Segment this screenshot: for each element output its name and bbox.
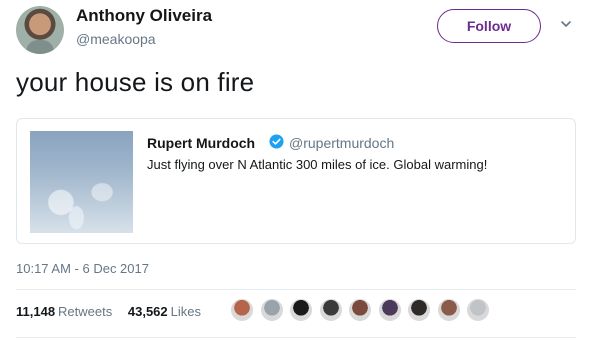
author-handle[interactable]: @meakoopa: [76, 31, 156, 47]
likes-count: 43,562: [127, 304, 168, 319]
quoted-tweet[interactable]: Rupert Murdoch @rupertmurdoch Just flyin…: [16, 118, 576, 244]
liker-avatar[interactable]: [289, 298, 313, 322]
follow-button[interactable]: Follow: [437, 9, 541, 43]
tweet-stats: 11,148 Retweets 43,562 Likes: [16, 304, 213, 319]
author-name[interactable]: Anthony Oliveira: [76, 6, 212, 26]
liker-avatar[interactable]: [318, 298, 343, 322]
quoted-tweet-image[interactable]: [30, 131, 133, 233]
author-avatar[interactable]: [16, 6, 64, 54]
liker-avatar[interactable]: [259, 298, 284, 322]
likes-stat[interactable]: 43,562 Likes: [128, 304, 201, 319]
verified-badge-icon: [269, 134, 284, 149]
liker-avatar[interactable]: [348, 298, 372, 322]
liker-avatar[interactable]: [407, 298, 431, 322]
quoted-tweet-text: Just flying over N Atlantic 300 miles of…: [147, 157, 488, 172]
liker-avatar[interactable]: [466, 298, 490, 322]
liker-avatar[interactable]: [230, 298, 254, 322]
quoted-author-handle: @rupertmurdoch: [289, 135, 395, 151]
chevron-down-icon[interactable]: [560, 18, 572, 30]
quoted-author-name: Rupert Murdoch: [147, 135, 256, 151]
retweets-count: 11,148: [16, 304, 56, 319]
likes-label: Likes: [170, 304, 201, 319]
liker-avatar[interactable]: [436, 298, 461, 322]
tweet-timestamp[interactable]: 10:17 AM - 6 Dec 2017: [16, 261, 149, 276]
divider: [16, 337, 576, 338]
tweet-text: your house is on fire: [16, 67, 255, 97]
liker-avatars: [230, 298, 496, 322]
tweet-card: Anthony Oliveira @meakoopa Follow your h…: [0, 0, 603, 340]
retweets-stat[interactable]: 11,148 Retweets: [16, 304, 112, 319]
divider: [16, 289, 576, 290]
retweets-label: Retweets: [58, 304, 113, 319]
liker-avatar[interactable]: [377, 298, 402, 322]
